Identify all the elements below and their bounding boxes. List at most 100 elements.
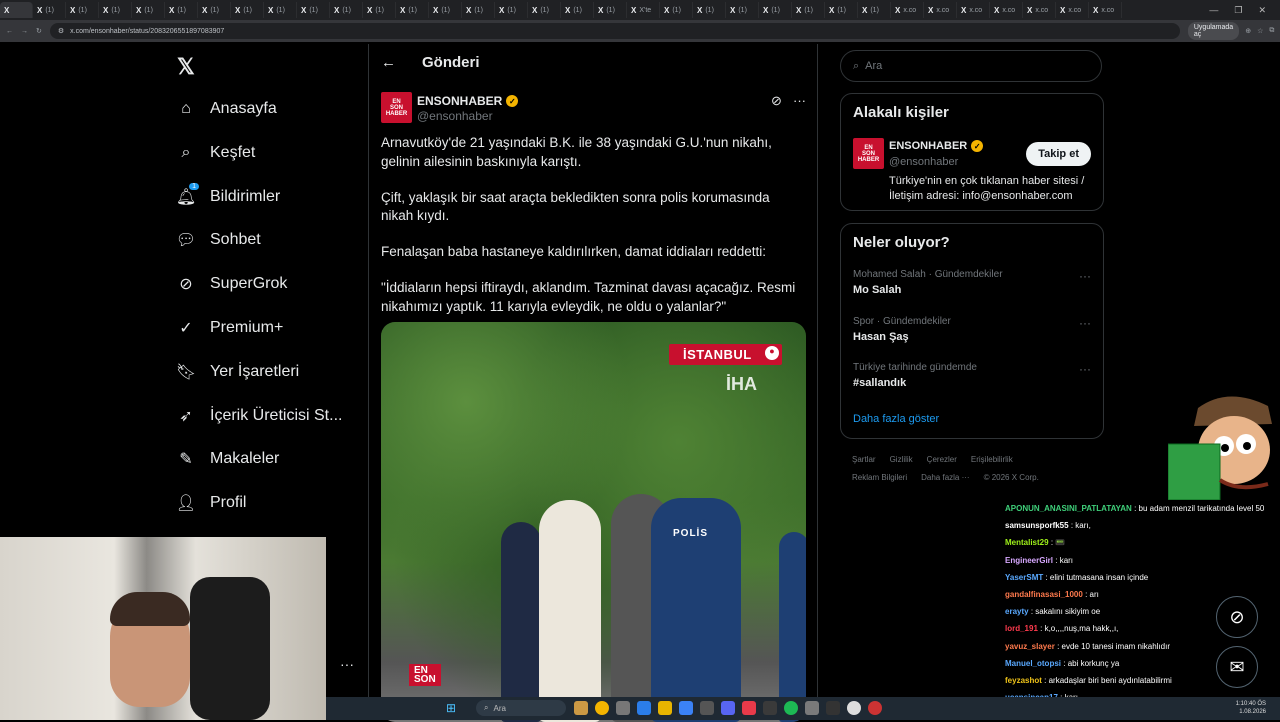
taskbar-search[interactable]: ⌕ Ara [476, 700, 566, 716]
browser-tab[interactable]: Xx.co [891, 2, 924, 18]
footer-link[interactable]: Daha fazla ··· [921, 473, 969, 482]
browser-tab[interactable]: X (1) [825, 2, 858, 18]
back-arrow-icon[interactable]: ← [6, 28, 13, 35]
footer-link[interactable]: Reklam Bilgileri [852, 473, 907, 482]
follow-button[interactable]: Takip et [1026, 142, 1091, 166]
browser-tab[interactable]: X [0, 2, 33, 18]
author-name[interactable]: ENSONHABER ✓ [417, 94, 519, 108]
discord-icon[interactable] [721, 701, 735, 715]
app-icon[interactable] [679, 701, 693, 715]
spotify-icon[interactable] [784, 701, 798, 715]
reload-icon[interactable]: ↻ [36, 27, 42, 35]
x-logo-icon[interactable]: 𝕏 [177, 54, 195, 80]
forward-arrow-icon[interactable]: → [21, 28, 28, 35]
browser-tab[interactable]: X (1) [792, 2, 825, 18]
minimize-icon[interactable]: — [1209, 5, 1218, 15]
grok-icon[interactable]: ⊘ [771, 93, 782, 109]
browser-tab[interactable]: X (1) [198, 2, 231, 18]
related-avatar[interactable]: EN SON HABER [853, 138, 884, 169]
nav-item-grok[interactable]: ⊘ SuperGrok [176, 272, 287, 296]
browser-tab[interactable]: X (1) [66, 2, 99, 18]
browser-tab[interactable]: X (1) [693, 2, 726, 18]
footer-link[interactable]: Çerezler [927, 455, 957, 464]
message-fab-icon[interactable]: ✉ [1216, 646, 1258, 688]
browser-tab[interactable]: Xx.co [990, 2, 1023, 18]
browser-tab[interactable]: X (1) [330, 2, 363, 18]
nav-item-bell[interactable]: 🔔︎ 1 Bildirimler [176, 182, 280, 209]
footer-link[interactable]: Şartlar [852, 455, 876, 464]
browser-tab[interactable]: X (1) [429, 2, 462, 18]
windows-start-icon[interactable]: ⊞ [446, 701, 456, 715]
trend-more-icon[interactable]: ··· [1079, 316, 1091, 330]
url-field[interactable]: ⚙ x.com/ensonhaber/status/20832065518970… [49, 23, 1180, 39]
restore-icon[interactable]: ❐ [1234, 5, 1242, 16]
footer-link[interactable]: Erişilebilirlik [971, 455, 1013, 464]
chat-username[interactable]: feyzashot [1005, 676, 1042, 685]
more-menu-icon[interactable]: ··· [340, 656, 354, 672]
browser-tab[interactable]: X (1) [660, 2, 693, 18]
browser-tab[interactable]: X (1) [165, 2, 198, 18]
taskbar-clock[interactable]: 1:10:40 ÖS 1.08.2026 [1236, 700, 1266, 716]
trend-item[interactable]: Türkiye tarihinde gündemde #sallandık [853, 362, 977, 389]
nav-item-person[interactable]: 👤︎ Profil [176, 491, 247, 515]
bookmark-star-icon[interactable]: ☆ [1257, 27, 1263, 35]
related-handle[interactable]: @ensonhaber [889, 156, 958, 168]
chat-username[interactable]: erayty [1005, 607, 1029, 616]
trend-item[interactable]: Mohamed Salah · Gündemdekiler Mo Salah [853, 269, 1003, 296]
app-icon[interactable] [805, 701, 819, 715]
site-info-icon[interactable]: ⚙ [58, 27, 64, 35]
folder-icon[interactable] [658, 701, 672, 715]
open-in-app-button[interactable]: Uygulamada aç [1187, 22, 1240, 40]
more-options-icon[interactable]: ··· [793, 93, 806, 108]
app-icon[interactable] [826, 701, 840, 715]
app-icon[interactable] [574, 701, 588, 715]
browser-tab[interactable]: X (1) [726, 2, 759, 18]
browser-tab[interactable]: Xx.co [924, 2, 957, 18]
browser-tab[interactable]: X (1) [132, 2, 165, 18]
app-icon[interactable] [742, 701, 756, 715]
browser-tab[interactable]: Xx.co [1023, 2, 1056, 18]
browser-tab[interactable]: X (1) [858, 2, 891, 18]
trend-item[interactable]: Spor · Gündemdekiler Hasan Şaş [853, 316, 951, 343]
nav-item-verified[interactable]: ✓ Premium+ [176, 316, 283, 340]
browser-tab[interactable]: Xx.co [957, 2, 990, 18]
show-more-link[interactable]: Daha fazla göster [853, 413, 939, 425]
chat-username[interactable]: Mentalist29 [1005, 538, 1049, 547]
chat-username[interactable]: Manuel_otopsi [1005, 659, 1061, 668]
app-icon[interactable] [616, 701, 630, 715]
browser-tab[interactable]: X (1) [594, 2, 627, 18]
nav-item-rocket[interactable]: ➶ İçerik Üreticisi St... [176, 404, 342, 428]
author-handle[interactable]: @ensonhaber [417, 109, 493, 123]
chat-username[interactable]: samsunsporfk55 [1005, 521, 1069, 530]
chat-username[interactable]: yavuz_slayer [1005, 642, 1055, 651]
chat-username[interactable]: APONUN_ANASINI_PATLATAYAN [1005, 504, 1132, 513]
browser-tab[interactable]: X (1) [231, 2, 264, 18]
nav-item-article[interactable]: ✎ Makaleler [176, 447, 279, 471]
chat-username[interactable]: lord_191 [1005, 624, 1038, 633]
browser-tab[interactable]: X (1) [297, 2, 330, 18]
chat-username[interactable]: YaserSMT [1005, 573, 1043, 582]
browser-tab[interactable]: X (1) [462, 2, 495, 18]
browser-tab[interactable]: X (1) [396, 2, 429, 18]
chat-username[interactable]: gandalfinasasi_1000 [1005, 590, 1083, 599]
nav-item-bookmark[interactable]: 🔖︎ Yer İşaretleri [176, 360, 299, 384]
browser-tab[interactable]: X (1) [264, 2, 297, 18]
post-video[interactable]: POLİS İSTANBUL ● İHA EN SON [381, 322, 806, 722]
app-icon[interactable] [868, 701, 882, 715]
nav-item-chat[interactable]: 💬︎ Sohbet [176, 228, 261, 252]
app-icon[interactable] [700, 701, 714, 715]
footer-link[interactable]: Gizlilik [890, 455, 913, 464]
chat-username[interactable]: EngineerGirl [1005, 556, 1053, 565]
author-avatar[interactable]: EN SON HABER [381, 92, 412, 123]
close-window-icon[interactable]: ✕ [1258, 5, 1266, 16]
grok-fab-icon[interactable]: ⊘ [1216, 596, 1258, 638]
browser-tab[interactable]: X X'te [627, 2, 660, 18]
app-icon[interactable] [637, 701, 651, 715]
browser-tab[interactable]: X (1) [363, 2, 396, 18]
browser-tab[interactable]: X (1) [759, 2, 792, 18]
browser-tab[interactable]: X (1) [33, 2, 66, 18]
related-name[interactable]: ENSONHABER ✓ [889, 140, 984, 152]
back-arrow-icon[interactable]: ← [381, 54, 396, 71]
browser-tab[interactable]: Xx.co [1089, 2, 1122, 18]
trend-more-icon[interactable]: ··· [1079, 269, 1091, 283]
